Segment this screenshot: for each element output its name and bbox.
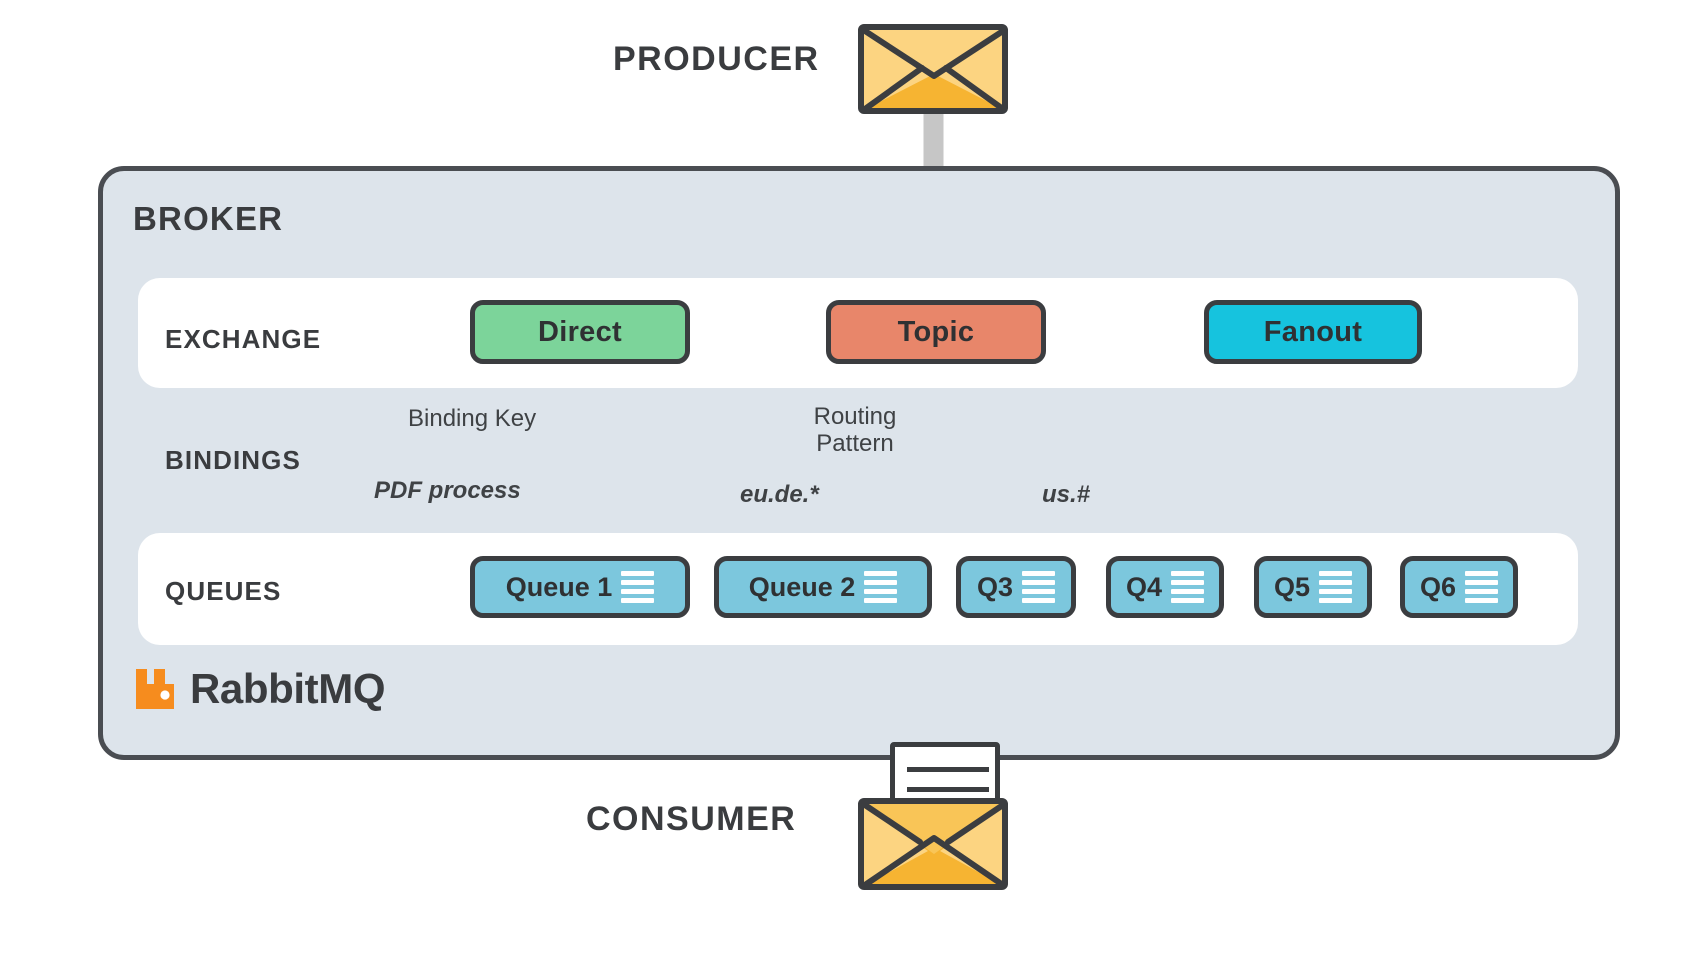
routing-pattern-value-right: us.# [1042, 481, 1091, 508]
queue-6-label: Q6 [1419, 571, 1457, 602]
queue-3-label: Q3 [976, 571, 1014, 602]
producer-label: PRODUCER [613, 40, 820, 78]
queue-3[interactable]: Q3 [956, 556, 1076, 618]
producer-envelope-icon [858, 24, 1008, 114]
diagram-canvas: PRODUCER BROKER EXCHANGE Direct Topic Fa… [0, 0, 1704, 962]
queue-lines-icon [1319, 571, 1353, 603]
rabbitmq-brand: RabbitMQ [133, 665, 386, 713]
routing-pattern-label: Routing Pattern [770, 403, 940, 458]
queue-lines-icon [1171, 571, 1205, 603]
queues-row-label: QUEUES [165, 576, 282, 606]
routing-pattern-label-line1: Routing [813, 403, 897, 430]
queue-6[interactable]: Q6 [1400, 556, 1518, 618]
queue-4-label: Q4 [1125, 571, 1163, 602]
queue-1-label: Queue 1 [505, 571, 613, 602]
queue-lines-icon [1465, 571, 1499, 603]
routing-pattern-value-left: eu.de.* [740, 481, 819, 508]
exchange-row-label: EXCHANGE [165, 324, 322, 354]
queue-lines-icon [864, 571, 898, 603]
binding-key-value: PDF process [374, 477, 521, 504]
exchange-fanout[interactable]: Fanout [1204, 300, 1422, 364]
routing-pattern-label-line2: Pattern [816, 429, 894, 457]
queue-5[interactable]: Q5 [1254, 556, 1372, 618]
rabbitmq-wordmark-text: RabbitMQ [190, 665, 386, 712]
queue-5-label: Q5 [1273, 571, 1311, 602]
rabbitmq-logo-icon [136, 669, 174, 709]
queue-2[interactable]: Queue 2 [714, 556, 932, 618]
exchange-fanout-label: Fanout [1263, 315, 1363, 348]
queue-lines-icon [1022, 571, 1056, 603]
queue-4[interactable]: Q4 [1106, 556, 1224, 618]
exchange-direct-label: Direct [538, 315, 622, 348]
queue-lines-icon [621, 571, 655, 603]
exchange-topic[interactable]: Topic [826, 300, 1046, 364]
broker-title: BROKER [133, 200, 284, 237]
exchange-topic-label: Topic [897, 315, 975, 348]
consumer-label: CONSUMER [586, 800, 797, 838]
exchange-direct[interactable]: Direct [470, 300, 690, 364]
bindings-row-label: BINDINGS [165, 445, 301, 475]
queue-1[interactable]: Queue 1 [470, 556, 690, 618]
binding-key-label: Binding Key [408, 405, 537, 432]
consumer-envelope-icon [858, 798, 1008, 890]
queue-2-label: Queue 2 [748, 571, 856, 602]
